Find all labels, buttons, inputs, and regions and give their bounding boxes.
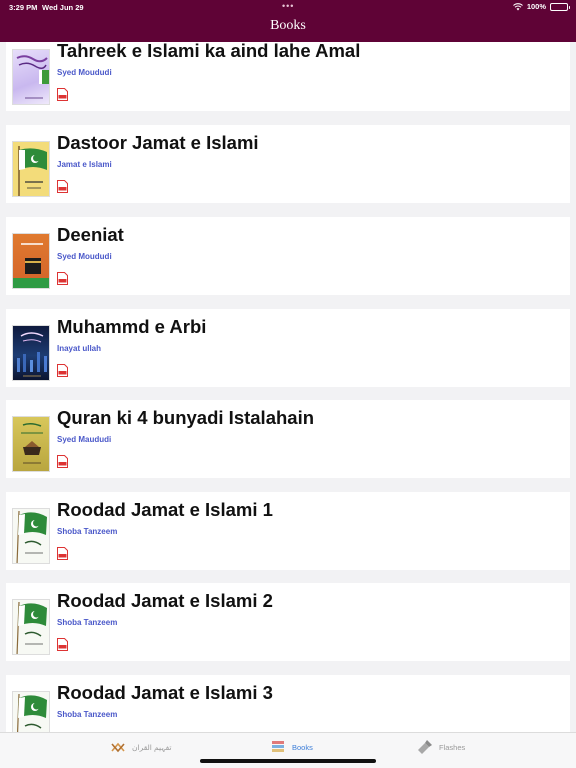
book-title: Roodad Jamat e Islami 1 bbox=[57, 499, 273, 520]
books-icon bbox=[272, 741, 284, 752]
pdf-icon[interactable] bbox=[57, 547, 68, 560]
book-author: Inayat ullah bbox=[57, 344, 102, 353]
status-indicators: 100% bbox=[512, 2, 570, 11]
pdf-icon[interactable] bbox=[57, 455, 68, 468]
book-card[interactable]: Dastoor Jamat e Islami Jamat e Islami bbox=[6, 125, 570, 203]
quran-icon bbox=[111, 742, 125, 753]
book-author: Syed Moududi bbox=[57, 252, 112, 261]
book-title: Roodad Jamat e Islami 3 bbox=[57, 682, 273, 703]
book-author: Jamat e Islami bbox=[57, 160, 112, 169]
book-card[interactable]: Quran ki 4 bunyadi Istalahain Syed Maudu… bbox=[6, 400, 570, 478]
book-cover-image bbox=[12, 416, 50, 472]
book-card[interactable]: Muhammd e Arbi Inayat ullah bbox=[6, 309, 570, 387]
pdf-icon[interactable] bbox=[57, 364, 68, 377]
book-card[interactable]: Roodad Jamat e Islami 3 Shoba Tanzeem bbox=[6, 675, 570, 732]
tab-label: Books bbox=[292, 742, 313, 752]
book-cover-image bbox=[12, 325, 50, 381]
app-header: 3:29 PM Wed Jun 29 ••• 100% Books bbox=[0, 0, 576, 42]
book-author: Shoba Tanzeem bbox=[57, 618, 118, 627]
book-card[interactable]: Roodad Jamat e Islami 1 Shoba Tanzeem bbox=[6, 492, 570, 570]
book-title: Dastoor Jamat e Islami bbox=[57, 132, 259, 153]
home-indicator[interactable] bbox=[200, 759, 376, 763]
book-card[interactable]: Deeniat Syed Moududi bbox=[6, 217, 570, 295]
book-card[interactable]: Roodad Jamat e Islami 2 Shoba Tanzeem bbox=[6, 583, 570, 661]
book-author: Syed Moududi bbox=[57, 68, 112, 77]
book-card[interactable]: Tahreek e Islami ka aind lahe Amal Syed … bbox=[6, 42, 570, 111]
book-author: Shoba Tanzeem bbox=[57, 710, 118, 719]
book-title: Roodad Jamat e Islami 2 bbox=[57, 590, 273, 611]
book-cover-image bbox=[12, 49, 50, 105]
book-cover-image bbox=[12, 508, 50, 564]
book-title: Tahreek e Islami ka aind lahe Amal bbox=[57, 42, 361, 61]
pdf-icon[interactable] bbox=[57, 88, 68, 101]
flashlight-icon bbox=[418, 740, 432, 754]
battery-icon bbox=[550, 2, 570, 11]
battery-percent: 100% bbox=[526, 2, 546, 11]
tab-books[interactable]: Books bbox=[270, 739, 313, 755]
book-author: Syed Maududi bbox=[57, 435, 112, 444]
pdf-icon[interactable] bbox=[57, 272, 68, 285]
book-title: Quran ki 4 bunyadi Istalahain bbox=[57, 407, 315, 428]
page-title: Books bbox=[270, 18, 306, 33]
pdf-icon[interactable] bbox=[57, 638, 68, 651]
pdf-icon[interactable] bbox=[57, 180, 68, 193]
book-cover-image bbox=[12, 141, 50, 197]
book-author: Shoba Tanzeem bbox=[57, 527, 118, 536]
tab-label: تفہیم القران bbox=[132, 742, 172, 752]
wifi-icon bbox=[512, 2, 523, 10]
multitasking-dots[interactable]: ••• bbox=[282, 1, 294, 11]
tab-flashes[interactable]: Flashes bbox=[417, 739, 465, 755]
tab-label: Flashes bbox=[439, 742, 466, 752]
status-time: 3:29 PM bbox=[9, 3, 38, 12]
status-date: Wed Jun 29 bbox=[42, 3, 84, 12]
tab-tafheem-ul-quran[interactable]: تفہیم القران bbox=[110, 739, 172, 755]
book-list[interactable]: Tahreek e Islami ka aind lahe Amal Syed … bbox=[0, 42, 576, 732]
book-title: Muhammd e Arbi bbox=[57, 316, 207, 337]
book-cover-image bbox=[12, 599, 50, 655]
book-cover-image bbox=[12, 691, 50, 732]
book-title: Deeniat bbox=[57, 224, 124, 245]
book-cover-image bbox=[12, 233, 50, 289]
